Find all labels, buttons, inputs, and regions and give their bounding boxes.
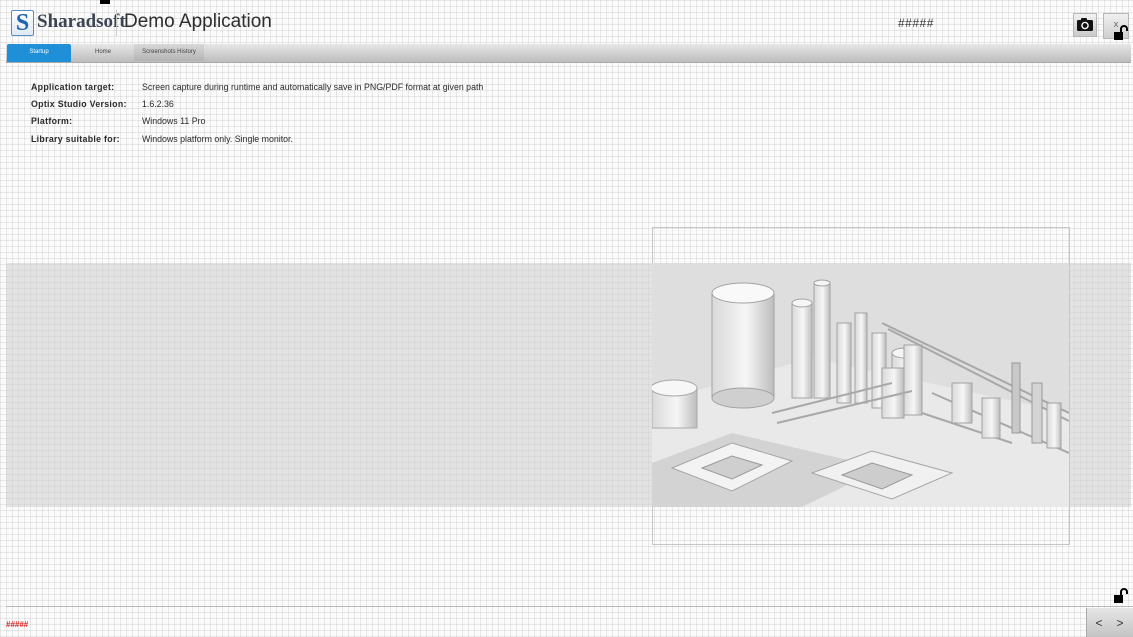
info-label: Library suitable for: [31,134,120,144]
previous-button[interactable]: < [1090,614,1108,632]
screenshot-button[interactable] [1073,13,1097,37]
logo-icon: S [11,10,34,36]
info-label: Platform: [31,116,73,126]
industrial-plant-image [652,263,1069,507]
app-title: Demo Application [124,11,272,32]
info-label: Optix Studio Version: [31,99,127,109]
info-value: 1.6.2.36 [142,99,174,109]
footer-status-text: ##### [6,620,29,629]
info-value: Screen capture during runtime and automa… [142,82,484,92]
header-status-text: ##### [898,16,934,30]
tab-home[interactable]: Home [82,44,124,61]
next-button[interactable]: > [1111,614,1129,632]
camera-icon [1077,18,1093,31]
logo-divider [116,10,117,36]
tab-startup[interactable]: Startup [7,44,71,62]
brand-name: Sharadsoft [37,11,126,32]
footer-divider [6,606,1133,607]
top-edge-marker [100,0,110,4]
info-value: Windows 11 Pro [142,116,206,126]
info-value: Windows platform only. Single monitor. [142,134,293,144]
tab-screenshots-history[interactable]: Screenshots History [134,44,204,61]
info-label: Application target: [31,82,115,92]
